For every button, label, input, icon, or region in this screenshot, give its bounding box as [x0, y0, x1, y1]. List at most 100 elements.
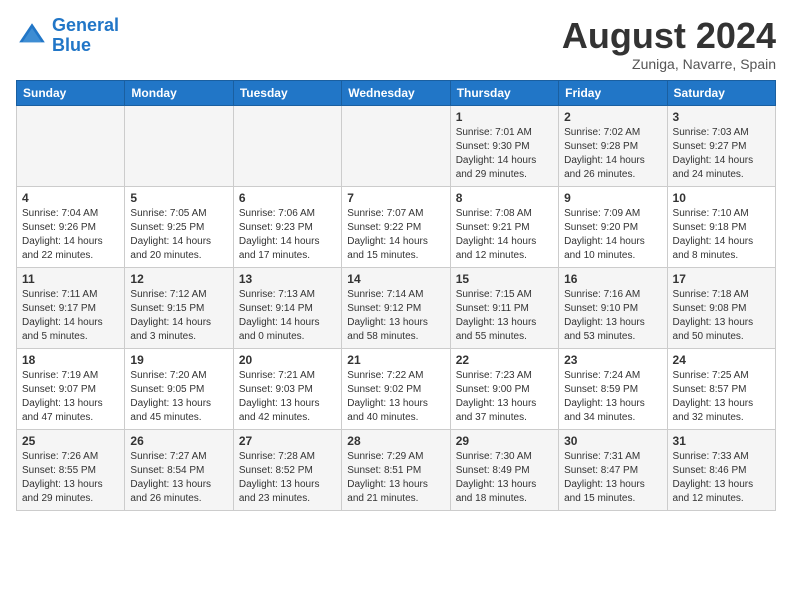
day-info: Sunrise: 7:22 AM Sunset: 9:02 PM Dayligh…	[347, 369, 444, 425]
day-info: Sunrise: 7:09 AM Sunset: 9:20 PM Dayligh…	[564, 207, 661, 263]
day-info: Sunrise: 7:18 AM Sunset: 9:08 PM Dayligh…	[673, 288, 770, 344]
day-info: Sunrise: 7:11 AM Sunset: 9:17 PM Dayligh…	[22, 288, 119, 344]
day-info: Sunrise: 7:23 AM Sunset: 9:00 PM Dayligh…	[456, 369, 553, 425]
day-number: 28	[347, 434, 444, 448]
day-info: Sunrise: 7:26 AM Sunset: 8:55 PM Dayligh…	[22, 450, 119, 506]
day-info: Sunrise: 7:16 AM Sunset: 9:10 PM Dayligh…	[564, 288, 661, 344]
day-number: 16	[564, 272, 661, 286]
day-number: 10	[673, 191, 770, 205]
calendar-cell: 13Sunrise: 7:13 AM Sunset: 9:14 PM Dayli…	[233, 267, 341, 348]
day-info: Sunrise: 7:05 AM Sunset: 9:25 PM Dayligh…	[130, 207, 227, 263]
location: Zuniga, Navarre, Spain	[562, 56, 776, 72]
day-info: Sunrise: 7:10 AM Sunset: 9:18 PM Dayligh…	[673, 207, 770, 263]
calendar-table: SundayMondayTuesdayWednesdayThursdayFrid…	[16, 80, 776, 511]
day-info: Sunrise: 7:33 AM Sunset: 8:46 PM Dayligh…	[673, 450, 770, 506]
day-info: Sunrise: 7:01 AM Sunset: 9:30 PM Dayligh…	[456, 126, 553, 182]
day-number: 7	[347, 191, 444, 205]
day-header-friday: Friday	[559, 80, 667, 105]
calendar-cell: 22 Sunrise: 7:23 AM Sunset: 9:00 PM Dayli…	[450, 348, 558, 429]
calendar-cell	[342, 105, 450, 186]
day-info: Sunrise: 7:29 AM Sunset: 8:51 PM Dayligh…	[347, 450, 444, 506]
calendar-cell: 30 Sunrise: 7:31 AM Sunset: 8:47 PM Dayli…	[559, 429, 667, 510]
day-header-saturday: Saturday	[667, 80, 775, 105]
calendar-cell: 23 Sunrise: 7:24 AM Sunset: 8:59 PM Dayli…	[559, 348, 667, 429]
day-info: Sunrise: 7:31 AM Sunset: 8:47 PM Dayligh…	[564, 450, 661, 506]
day-number: 19	[130, 353, 227, 367]
day-number: 5	[130, 191, 227, 205]
day-info: Sunrise: 7:30 AM Sunset: 8:49 PM Dayligh…	[456, 450, 553, 506]
calendar-cell: 21 Sunrise: 7:22 AM Sunset: 9:02 PM Dayli…	[342, 348, 450, 429]
day-info: Sunrise: 7:25 AM Sunset: 8:57 PM Dayligh…	[673, 369, 770, 425]
day-number: 29	[456, 434, 553, 448]
day-header-wednesday: Wednesday	[342, 80, 450, 105]
day-header-sunday: Sunday	[17, 80, 125, 105]
day-info: Sunrise: 7:20 AM Sunset: 9:05 PM Dayligh…	[130, 369, 227, 425]
calendar-cell: 29 Sunrise: 7:30 AM Sunset: 8:49 PM Dayli…	[450, 429, 558, 510]
calendar-cell: 27 Sunrise: 7:28 AM Sunset: 8:52 PM Dayli…	[233, 429, 341, 510]
day-number: 9	[564, 191, 661, 205]
day-number: 27	[239, 434, 336, 448]
day-header-monday: Monday	[125, 80, 233, 105]
calendar-cell: 19 Sunrise: 7:20 AM Sunset: 9:05 PM Dayli…	[125, 348, 233, 429]
day-header-tuesday: Tuesday	[233, 80, 341, 105]
day-number: 20	[239, 353, 336, 367]
day-number: 12	[130, 272, 227, 286]
day-number: 26	[130, 434, 227, 448]
calendar-body: 1 Sunrise: 7:01 AM Sunset: 9:30 PM Daylig…	[17, 105, 776, 510]
calendar-cell: 14 Sunrise: 7:14 AM Sunset: 9:12 PM Dayli…	[342, 267, 450, 348]
day-number: 2	[564, 110, 661, 124]
calendar-cell: 16 Sunrise: 7:16 AM Sunset: 9:10 PM Dayli…	[559, 267, 667, 348]
calendar-cell: 2 Sunrise: 7:02 AM Sunset: 9:28 PM Daylig…	[559, 105, 667, 186]
day-number: 22	[456, 353, 553, 367]
day-info: Sunrise: 7:13 AM Sunset: 9:14 PM Dayligh…	[239, 288, 336, 344]
day-info: Sunrise: 7:12 AM Sunset: 9:15 PM Dayligh…	[130, 288, 227, 344]
header-row: SundayMondayTuesdayWednesdayThursdayFrid…	[17, 80, 776, 105]
calendar-cell: 5 Sunrise: 7:05 AM Sunset: 9:25 PM Daylig…	[125, 186, 233, 267]
day-info: Sunrise: 7:21 AM Sunset: 9:03 PM Dayligh…	[239, 369, 336, 425]
day-info: Sunrise: 7:04 AM Sunset: 9:26 PM Dayligh…	[22, 207, 119, 263]
calendar-cell: 7 Sunrise: 7:07 AM Sunset: 9:22 PM Daylig…	[342, 186, 450, 267]
day-info: Sunrise: 7:02 AM Sunset: 9:28 PM Dayligh…	[564, 126, 661, 182]
day-number: 23	[564, 353, 661, 367]
day-number: 18	[22, 353, 119, 367]
logo-line2: Blue	[52, 35, 91, 55]
logo-icon	[16, 20, 48, 52]
calendar-cell: 10 Sunrise: 7:10 AM Sunset: 9:18 PM Dayli…	[667, 186, 775, 267]
calendar-cell: 17Sunrise: 7:18 AM Sunset: 9:08 PM Dayli…	[667, 267, 775, 348]
calendar-cell: 4Sunrise: 7:04 AM Sunset: 9:26 PM Daylig…	[17, 186, 125, 267]
calendar-cell	[125, 105, 233, 186]
calendar-cell: 6Sunrise: 7:06 AM Sunset: 9:23 PM Daylig…	[233, 186, 341, 267]
calendar-cell	[233, 105, 341, 186]
week-row-1: 4Sunrise: 7:04 AM Sunset: 9:26 PM Daylig…	[17, 186, 776, 267]
week-row-4: 25 Sunrise: 7:26 AM Sunset: 8:55 PM Dayli…	[17, 429, 776, 510]
day-info: Sunrise: 7:24 AM Sunset: 8:59 PM Dayligh…	[564, 369, 661, 425]
page-header: General Blue August 2024 Zuniga, Navarre…	[16, 16, 776, 72]
day-number: 8	[456, 191, 553, 205]
calendar-cell: 24 Sunrise: 7:25 AM Sunset: 8:57 PM Dayli…	[667, 348, 775, 429]
day-info: Sunrise: 7:27 AM Sunset: 8:54 PM Dayligh…	[130, 450, 227, 506]
day-number: 30	[564, 434, 661, 448]
day-number: 1	[456, 110, 553, 124]
week-row-3: 18Sunrise: 7:19 AM Sunset: 9:07 PM Dayli…	[17, 348, 776, 429]
day-number: 25	[22, 434, 119, 448]
day-number: 14	[347, 272, 444, 286]
calendar-cell: 8 Sunrise: 7:08 AM Sunset: 9:21 PM Daylig…	[450, 186, 558, 267]
logo-line1: General	[52, 15, 119, 35]
calendar-cell: 15Sunrise: 7:15 AM Sunset: 9:11 PM Dayli…	[450, 267, 558, 348]
calendar-cell: 1 Sunrise: 7:01 AM Sunset: 9:30 PM Daylig…	[450, 105, 558, 186]
day-info: Sunrise: 7:07 AM Sunset: 9:22 PM Dayligh…	[347, 207, 444, 263]
day-info: Sunrise: 7:08 AM Sunset: 9:21 PM Dayligh…	[456, 207, 553, 263]
week-row-0: 1 Sunrise: 7:01 AM Sunset: 9:30 PM Daylig…	[17, 105, 776, 186]
calendar-cell: 12 Sunrise: 7:12 AM Sunset: 9:15 PM Dayli…	[125, 267, 233, 348]
day-info: Sunrise: 7:28 AM Sunset: 8:52 PM Dayligh…	[239, 450, 336, 506]
day-number: 24	[673, 353, 770, 367]
day-number: 21	[347, 353, 444, 367]
calendar-cell: 28 Sunrise: 7:29 AM Sunset: 8:51 PM Dayli…	[342, 429, 450, 510]
day-number: 11	[22, 272, 119, 286]
calendar-cell: 31Sunrise: 7:33 AM Sunset: 8:46 PM Dayli…	[667, 429, 775, 510]
calendar-cell: 9 Sunrise: 7:09 AM Sunset: 9:20 PM Daylig…	[559, 186, 667, 267]
calendar-cell: 3Sunrise: 7:03 AM Sunset: 9:27 PM Daylig…	[667, 105, 775, 186]
day-info: Sunrise: 7:14 AM Sunset: 9:12 PM Dayligh…	[347, 288, 444, 344]
calendar-cell: 26 Sunrise: 7:27 AM Sunset: 8:54 PM Dayli…	[125, 429, 233, 510]
calendar-cell: 18Sunrise: 7:19 AM Sunset: 9:07 PM Dayli…	[17, 348, 125, 429]
